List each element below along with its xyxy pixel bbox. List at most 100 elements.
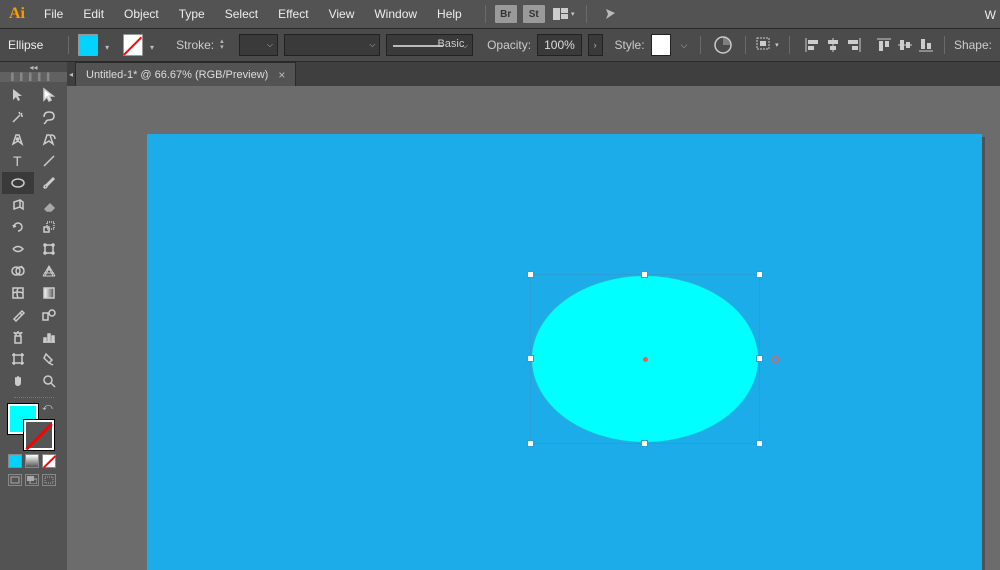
- gradient-mode-button[interactable]: [25, 454, 39, 468]
- panel-collapse-button[interactable]: ◂◂: [0, 62, 67, 72]
- column-graph-tool[interactable]: [34, 326, 66, 348]
- menu-window[interactable]: Window: [364, 1, 427, 27]
- handle-top-left[interactable]: [527, 271, 534, 278]
- screen-mode-row: [0, 472, 67, 488]
- scale-tool[interactable]: [34, 216, 66, 238]
- tool-header[interactable]: ▌▌▌▌▌: [0, 72, 67, 82]
- opacity-label: Opacity:: [487, 38, 531, 52]
- menu-bar: Ai File Edit Object Type Select Effect V…: [0, 0, 1000, 28]
- menu-type[interactable]: Type: [169, 1, 215, 27]
- slice-tool[interactable]: [34, 348, 66, 370]
- selection-bounding-box[interactable]: [530, 274, 760, 444]
- lasso-tool[interactable]: [34, 106, 66, 128]
- align-right-icon[interactable]: [845, 31, 863, 59]
- perspective-grid-tool[interactable]: [34, 260, 66, 282]
- gradient-tool[interactable]: [34, 282, 66, 304]
- free-transform-tool[interactable]: [34, 238, 66, 260]
- handle-bottom-right[interactable]: [756, 440, 763, 447]
- handle-bottom-left[interactable]: [527, 440, 534, 447]
- sync-button[interactable]: [596, 4, 622, 24]
- recolor-artwork-button[interactable]: [710, 31, 735, 59]
- menu-select[interactable]: Select: [215, 1, 268, 27]
- control-bar: Ellipse ▾ ▾ Stroke: ▴▾ ⌵ ⌵ Basic ⌵ Opaci…: [0, 28, 1000, 62]
- stroke-color-well[interactable]: ▾: [123, 34, 143, 56]
- menu-right: Br St ▾: [482, 4, 622, 24]
- selection-tool[interactable]: [2, 84, 34, 106]
- pie-widget-icon[interactable]: [772, 356, 779, 363]
- close-icon[interactable]: ×: [278, 68, 285, 82]
- none-mode-button[interactable]: [42, 454, 56, 468]
- document-tab[interactable]: Untitled-1* @ 66.67% (RGB/Preview) ×: [75, 62, 296, 86]
- stock-button[interactable]: St: [523, 5, 545, 23]
- width-tool[interactable]: [2, 238, 34, 260]
- handle-top-right[interactable]: [756, 271, 763, 278]
- menu-object[interactable]: Object: [114, 1, 169, 27]
- draw-inside-button[interactable]: [42, 474, 56, 486]
- shape-right-label: Shape:: [954, 38, 992, 52]
- menu-edit[interactable]: Edit: [73, 1, 114, 27]
- align-group: [803, 31, 935, 59]
- type-tool[interactable]: T: [2, 150, 34, 172]
- brush-definition-field[interactable]: Basic ⌵: [386, 34, 473, 56]
- direct-selection-tool[interactable]: [34, 84, 66, 106]
- symbol-sprayer-tool[interactable]: [2, 326, 34, 348]
- shaper-tool[interactable]: [2, 194, 34, 216]
- blend-tool[interactable]: [34, 304, 66, 326]
- style-label: Style:: [615, 38, 645, 52]
- canvas-area[interactable]: [67, 86, 1000, 570]
- color-mode-row: [0, 450, 67, 472]
- menu-help[interactable]: Help: [427, 1, 472, 27]
- style-dropdown[interactable]: ⌵: [677, 34, 692, 56]
- tab-title: Untitled-1* @ 66.67% (RGB/Preview): [86, 69, 268, 81]
- align-hcenter-icon[interactable]: [824, 31, 842, 59]
- eraser-tool[interactable]: [34, 194, 66, 216]
- fill-stroke-swatches[interactable]: ⤺: [0, 400, 67, 450]
- stroke-swatch[interactable]: [24, 420, 54, 450]
- magic-wand-tool[interactable]: [2, 106, 34, 128]
- align-left-icon[interactable]: [803, 31, 821, 59]
- handle-top-mid[interactable]: [641, 271, 648, 278]
- menu-items: File Edit Object Type Select Effect View…: [34, 1, 472, 27]
- ellipse-tool[interactable]: [2, 172, 34, 194]
- line-tool[interactable]: [34, 150, 66, 172]
- align-top-icon[interactable]: [875, 31, 893, 59]
- handle-bottom-mid[interactable]: [641, 440, 648, 447]
- align-to-button[interactable]: ▾: [755, 31, 780, 59]
- svg-text:T: T: [13, 153, 22, 169]
- draw-behind-button[interactable]: [25, 474, 39, 486]
- fill-color-well[interactable]: ▾: [78, 34, 98, 56]
- color-mode-button[interactable]: [8, 454, 22, 468]
- menu-effect[interactable]: Effect: [268, 1, 318, 27]
- artboard[interactable]: [147, 134, 982, 570]
- align-bottom-icon[interactable]: [917, 31, 935, 59]
- curvature-tool[interactable]: [34, 128, 66, 150]
- bridge-button[interactable]: Br: [495, 5, 517, 23]
- stroke-profile-field[interactable]: ⌵: [284, 34, 380, 56]
- stroke-weight-field[interactable]: ⌵: [239, 34, 278, 56]
- hand-tool[interactable]: [2, 370, 34, 392]
- artboard-tool[interactable]: [2, 348, 34, 370]
- graphic-style-swatch[interactable]: [651, 34, 671, 56]
- window-label: W: [985, 8, 996, 22]
- handle-mid-left[interactable]: [527, 355, 534, 362]
- paintbrush-tool[interactable]: [34, 172, 66, 194]
- menu-view[interactable]: View: [319, 1, 365, 27]
- opacity-field[interactable]: 100%: [537, 34, 582, 56]
- mesh-tool[interactable]: [2, 282, 34, 304]
- swap-fill-stroke-icon[interactable]: ⤺: [42, 402, 53, 413]
- arrange-docs-button[interactable]: ▾: [551, 4, 577, 24]
- pen-tool[interactable]: [2, 128, 34, 150]
- handle-mid-right[interactable]: [756, 355, 763, 362]
- document-tab-bar: Untitled-1* @ 66.67% (RGB/Preview) ×: [75, 62, 1000, 86]
- shape-builder-tool[interactable]: [2, 260, 34, 282]
- zoom-tool[interactable]: [34, 370, 66, 392]
- eyedropper-tool[interactable]: [2, 304, 34, 326]
- rotate-tool[interactable]: [2, 216, 34, 238]
- align-vcenter-icon[interactable]: [896, 31, 914, 59]
- menu-file[interactable]: File: [34, 1, 73, 27]
- stroke-weight-stepper[interactable]: ▴▾: [220, 34, 233, 56]
- draw-normal-button[interactable]: [8, 474, 22, 486]
- opacity-popup-button[interactable]: ›: [588, 34, 603, 56]
- center-point-icon[interactable]: [643, 357, 648, 362]
- tab-scroll-left[interactable]: ◂: [67, 62, 75, 86]
